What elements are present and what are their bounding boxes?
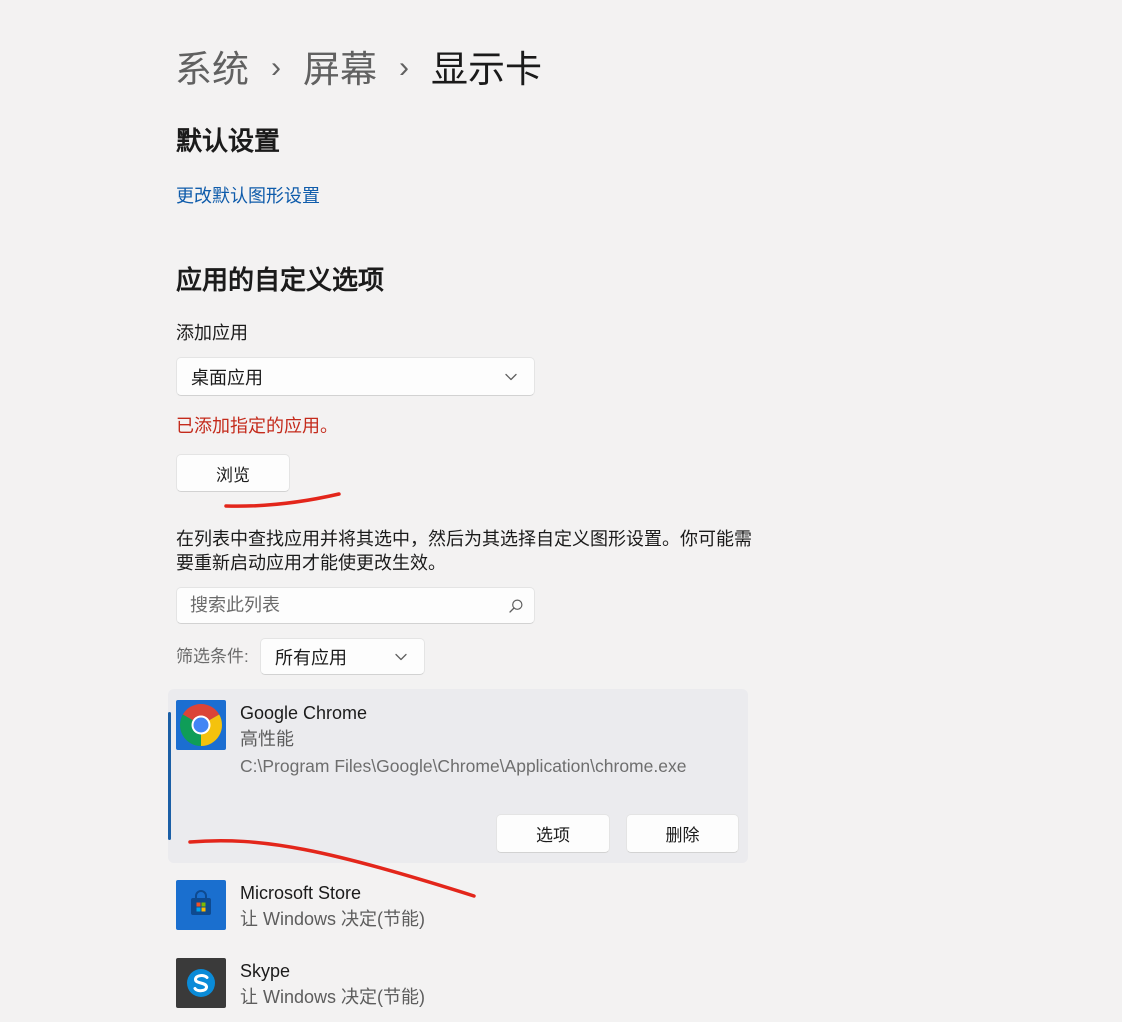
search-icon[interactable] [509, 599, 523, 613]
app-graphics-preference: 让 Windows 决定(节能) [240, 909, 426, 929]
app-type-dropdown[interactable]: 桌面应用 [176, 357, 535, 396]
change-default-graphics-link[interactable]: 更改默认图形设置 [176, 184, 320, 208]
app-path: C:\Program Files\Google\Chrome\Applicati… [240, 756, 687, 776]
microsoft-store-icon [176, 880, 226, 930]
filter-dropdown-value: 所有应用 [275, 647, 347, 668]
skype-icon [176, 958, 226, 1008]
app-graphics-preference: 让 Windows 决定(节能) [240, 987, 426, 1007]
app-list-item-skype[interactable]: Skype 让 Windows 决定(节能) [168, 948, 748, 1018]
app-type-dropdown-value: 桌面应用 [191, 367, 263, 388]
app-name: Microsoft Store [240, 883, 362, 903]
instructions-text: 在列表中查找应用并将其选中，然后为其选择自定义图形设置。你可能需要重新启动应用才… [176, 529, 752, 573]
filter-label: 筛选条件: [176, 647, 249, 666]
page-title: 显示卡 [431, 49, 542, 90]
custom-options-heading: 应用的自定义选项 [176, 265, 385, 295]
browse-button[interactable]: 浏览 [176, 454, 290, 492]
app-name: Google Chrome [240, 703, 368, 723]
breadcrumb: 系统 › 屏幕 › 显示卡 [175, 46, 542, 94]
red-annotation-stroke [224, 492, 341, 508]
app-list-item-google-chrome[interactable]: Google Chrome 高性能 C:\Program Files\Googl… [168, 689, 748, 863]
status-message: 已添加指定的应用。 [176, 416, 338, 436]
breadcrumb-separator: › [399, 51, 409, 84]
add-app-label: 添加应用 [176, 323, 248, 343]
annotation-layer [188, 492, 476, 898]
app-name: Skype [240, 961, 291, 981]
chevron-down-icon [395, 653, 407, 660]
remove-button[interactable]: 删除 [626, 814, 739, 853]
breadcrumb-item-system[interactable]: 系统 [175, 46, 249, 94]
chevron-down-icon [505, 373, 517, 380]
search-box [176, 587, 535, 624]
chrome-icon [176, 700, 226, 750]
app-list-item-microsoft-store[interactable]: Microsoft Store 让 Windows 决定(节能) [168, 870, 748, 940]
filter-dropdown[interactable]: 所有应用 [260, 638, 425, 675]
default-settings-heading: 默认设置 [176, 126, 281, 156]
options-button[interactable]: 选项 [496, 814, 610, 853]
selection-indicator [168, 712, 171, 840]
search-input[interactable] [190, 588, 490, 623]
app-graphics-preference: 高性能 [240, 729, 294, 749]
breadcrumb-separator: › [271, 51, 281, 84]
breadcrumb-item-display[interactable]: 屏幕 [303, 46, 377, 94]
